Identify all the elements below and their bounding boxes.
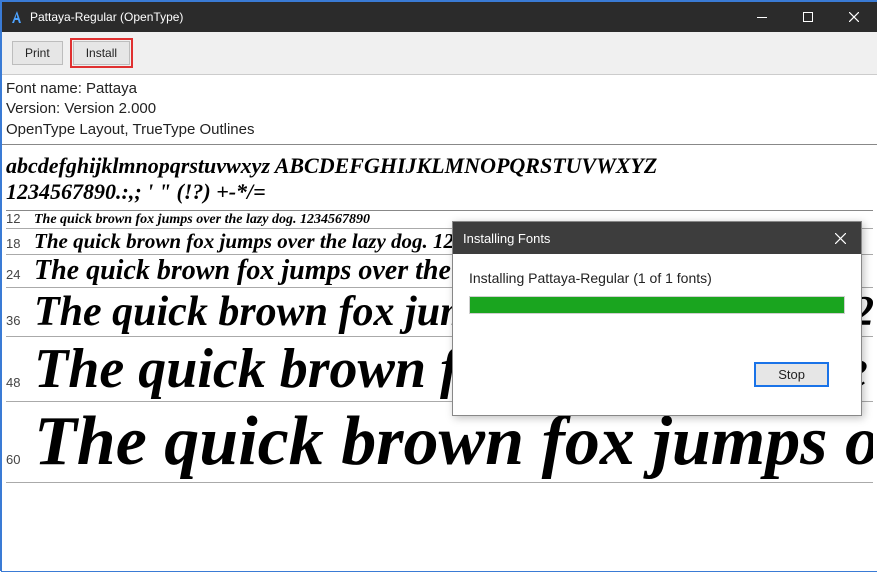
toolbar: Print Install: [2, 32, 877, 75]
dialog-close-button[interactable]: [819, 222, 861, 254]
print-button[interactable]: Print: [12, 41, 63, 65]
sample-size-label: 36: [6, 313, 34, 328]
dialog-title-text: Installing Fonts: [463, 231, 550, 246]
charset-line-1: abcdefghijklmnopqrstuvwxyz ABCDEFGHIJKLM…: [6, 153, 873, 179]
charset-block: abcdefghijklmnopqrstuvwxyz ABCDEFGHIJKLM…: [6, 149, 873, 211]
progress-fill: [470, 297, 844, 313]
sample-text: The quick brown fox jumps over the lazy …: [34, 212, 370, 228]
sample-size-label: 18: [6, 236, 34, 251]
install-button[interactable]: Install: [73, 41, 130, 65]
minimize-button[interactable]: [739, 2, 785, 32]
sample-size-label: 24: [6, 267, 34, 282]
font-info: Font name: Pattaya Version: Version 2.00…: [2, 75, 877, 145]
dialog-message: Installing Pattaya-Regular (1 of 1 fonts…: [469, 270, 845, 286]
maximize-button[interactable]: [785, 2, 831, 32]
titlebar: Pattaya-Regular (OpenType): [2, 2, 877, 32]
font-name-line: Font name: Pattaya: [6, 79, 873, 99]
progress-bar: [469, 296, 845, 314]
stop-button[interactable]: Stop: [754, 362, 829, 387]
font-version-line: Version: Version 2.000: [6, 99, 873, 119]
sample-size-label: 60: [6, 452, 34, 467]
charset-line-2: 1234567890.:,; ' " (!?) +-*/=: [6, 179, 873, 205]
font-type-line: OpenType Layout, TrueType Outlines: [6, 120, 873, 140]
sample-size-label: 12: [6, 211, 34, 226]
window-title: Pattaya-Regular (OpenType): [30, 10, 183, 24]
installing-dialog: Installing Fonts Installing Pattaya-Regu…: [452, 221, 862, 416]
close-button[interactable]: [831, 2, 877, 32]
dialog-titlebar: Installing Fonts: [453, 222, 861, 254]
font-app-icon: [10, 10, 24, 24]
sample-size-label: 48: [6, 375, 34, 390]
